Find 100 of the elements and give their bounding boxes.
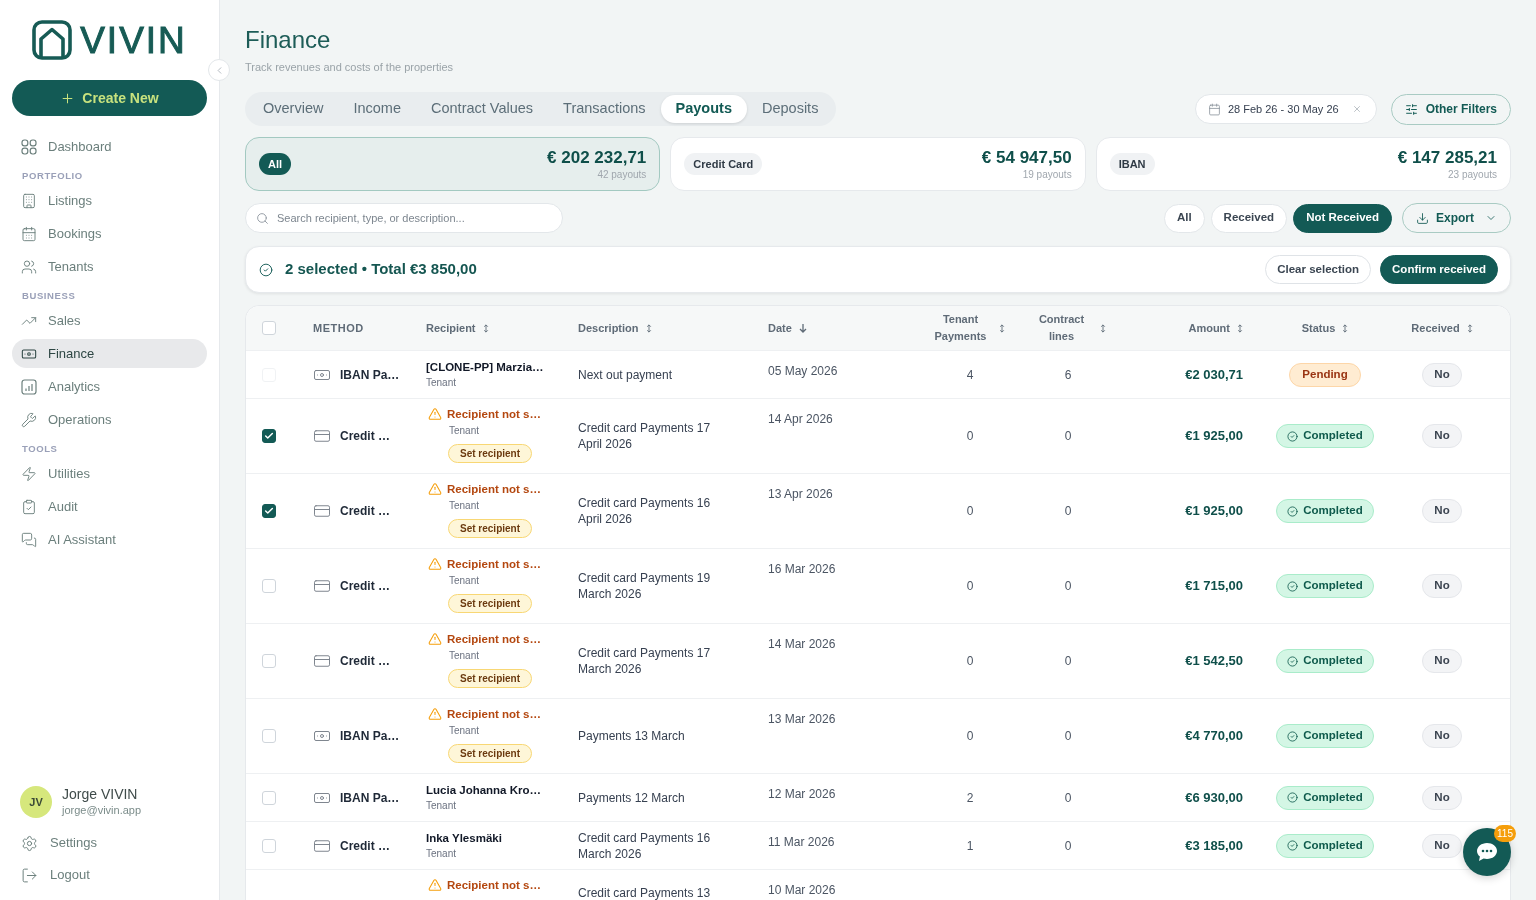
nav-item[interactable]: Settings: [12, 827, 207, 859]
amount-text: €1 715,00: [1185, 577, 1243, 596]
set-recipient-button[interactable]: Set recipient: [448, 594, 533, 613]
filter-pill[interactable]: All: [1163, 203, 1205, 233]
credit-card-icon: [313, 427, 331, 445]
nav-item[interactable]: Audit: [12, 492, 207, 521]
tab[interactable]: Deposits: [747, 95, 834, 123]
nav-item[interactable]: Operations: [12, 405, 207, 434]
tab[interactable]: Payouts: [660, 95, 747, 123]
filter-pill[interactable]: Not Received: [1293, 203, 1392, 233]
column-header[interactable]: Description: [578, 319, 652, 337]
nav-item[interactable]: Logout: [12, 859, 207, 891]
tab[interactable]: Overview: [248, 95, 339, 123]
recipient-role: Tenant: [448, 650, 480, 662]
warning-icon: [428, 482, 442, 496]
check-icon: [264, 506, 274, 516]
sort-icon: [482, 323, 489, 333]
status-text: Completed: [1303, 728, 1363, 744]
search-field[interactable]: Search recipient, type, or description...: [245, 203, 563, 233]
amount-text: €1 542,50: [1185, 652, 1243, 671]
column-header[interactable]: Recipient: [426, 319, 489, 337]
nav-item[interactable]: AI Assistant: [12, 525, 207, 554]
calendar-icon: [21, 225, 37, 242]
create-new-button[interactable]: Create New: [12, 80, 207, 116]
column-header[interactable]: Amount: [1188, 319, 1243, 337]
filter-pill[interactable]: Received: [1210, 203, 1288, 233]
nav-item[interactable]: Bookings: [12, 219, 207, 248]
column-header[interactable]: Date: [768, 319, 807, 337]
summary-card[interactable]: All € 202 232,71 42 payouts: [245, 137, 661, 191]
checkbox[interactable]: [262, 504, 276, 518]
nav-item[interactable]: Utilities: [12, 459, 207, 488]
received-badge: No: [1422, 833, 1462, 858]
check-icon: [264, 431, 274, 441]
warning-icon: [428, 557, 442, 571]
chat-bubble-icon: [1476, 842, 1498, 862]
date-text: 12 Mar 2026: [768, 787, 836, 801]
amount-text: €1 925,00: [1185, 502, 1243, 521]
description-text: Credit card Payments 16 March 2026: [578, 829, 712, 862]
clipboard-check-icon: [21, 498, 37, 515]
summary-card[interactable]: Credit Card € 54 947,50 19 payouts: [670, 137, 1086, 191]
date-range-button[interactable]: 28 Feb 26 - 30 May 26: [1194, 94, 1377, 124]
card-amount: € 54 947,50: [981, 147, 1072, 168]
column-header[interactable]: Tenant Payments: [929, 311, 1005, 345]
set-recipient-button[interactable]: Set recipient: [448, 444, 533, 463]
sort-icon: [1237, 323, 1243, 333]
recipient-role: Tenant: [426, 377, 457, 389]
set-recipient-button[interactable]: Set recipient: [448, 519, 533, 538]
check-circle-icon: [259, 262, 273, 277]
arrow-down-icon: [798, 323, 807, 333]
tenant-payments-count: 2: [965, 789, 974, 807]
sort-icon: [998, 323, 1005, 333]
nav-item[interactable]: Listings: [12, 186, 207, 215]
nav-item[interactable]: Dashboard: [12, 132, 207, 161]
description-text: Credit card Payments 13: [578, 887, 711, 900]
contract-lines-count: 0: [1064, 789, 1072, 807]
column-header[interactable]: Status: [1301, 319, 1349, 337]
clear-button[interactable]: Clear selection: [1265, 255, 1372, 284]
nav-item[interactable]: Sales: [12, 306, 207, 335]
summary-card[interactable]: IBAN € 147 285,21 23 payouts: [1095, 137, 1511, 191]
recipient-role: Tenant: [426, 800, 457, 812]
set-recipient-button[interactable]: Set recipient: [448, 669, 533, 688]
user-name: Jorge VIVIN: [62, 786, 139, 803]
nav-item[interactable]: Finance: [12, 339, 207, 368]
set-recipient-button[interactable]: Set recipient: [448, 744, 533, 763]
tab[interactable]: Transactions: [548, 95, 661, 123]
checkbox[interactable]: [262, 429, 276, 443]
column-header[interactable]: Received: [1411, 319, 1473, 337]
settings-icon: [21, 834, 38, 852]
logo-text: VIVIN: [80, 21, 187, 59]
tab[interactable]: Income: [338, 95, 416, 123]
method-label: Credit …: [340, 428, 390, 445]
date-text: 13 Mar 2026: [768, 712, 836, 726]
method-label: Credit …: [340, 578, 390, 595]
logout-icon: [21, 866, 38, 884]
section-label: TOOLS: [21, 441, 59, 456]
nav-item[interactable]: Tenants: [12, 252, 207, 281]
received-badge: No: [1422, 649, 1462, 673]
amount-text: €3 185,00: [1185, 836, 1243, 855]
status-text: Completed: [1303, 789, 1363, 805]
close-icon: [1351, 104, 1362, 114]
warning-icon: [428, 632, 442, 646]
column-header[interactable]: Contract lines: [1030, 311, 1106, 345]
user-email: jorge@vivin.app: [62, 803, 142, 818]
description-text: Credit card Payments 17 April 2026: [578, 420, 712, 452]
card-tag: Credit Card: [684, 152, 763, 176]
received-badge: No: [1422, 785, 1462, 810]
card-count: 42 payouts: [597, 167, 647, 181]
method-label: IBAN Pa…: [340, 366, 400, 384]
recipient-role: Tenant: [448, 500, 480, 512]
collapse-sidebar-button[interactable]: [208, 59, 230, 81]
recipient-name: Recipient not s…: [447, 707, 541, 721]
description-text: Payments 12 March: [578, 789, 685, 806]
tab[interactable]: Contract Values: [416, 95, 549, 123]
received-badge: No: [1422, 724, 1462, 748]
nav-item[interactable]: Analytics: [12, 372, 207, 401]
confirm-button[interactable]: Confirm received: [1380, 255, 1498, 284]
tenant-payments-count: 1: [965, 837, 974, 855]
contract-lines-count: 0: [1064, 653, 1072, 670]
description-text: Payments 13 March: [578, 728, 685, 744]
lightning-icon: [21, 465, 37, 482]
